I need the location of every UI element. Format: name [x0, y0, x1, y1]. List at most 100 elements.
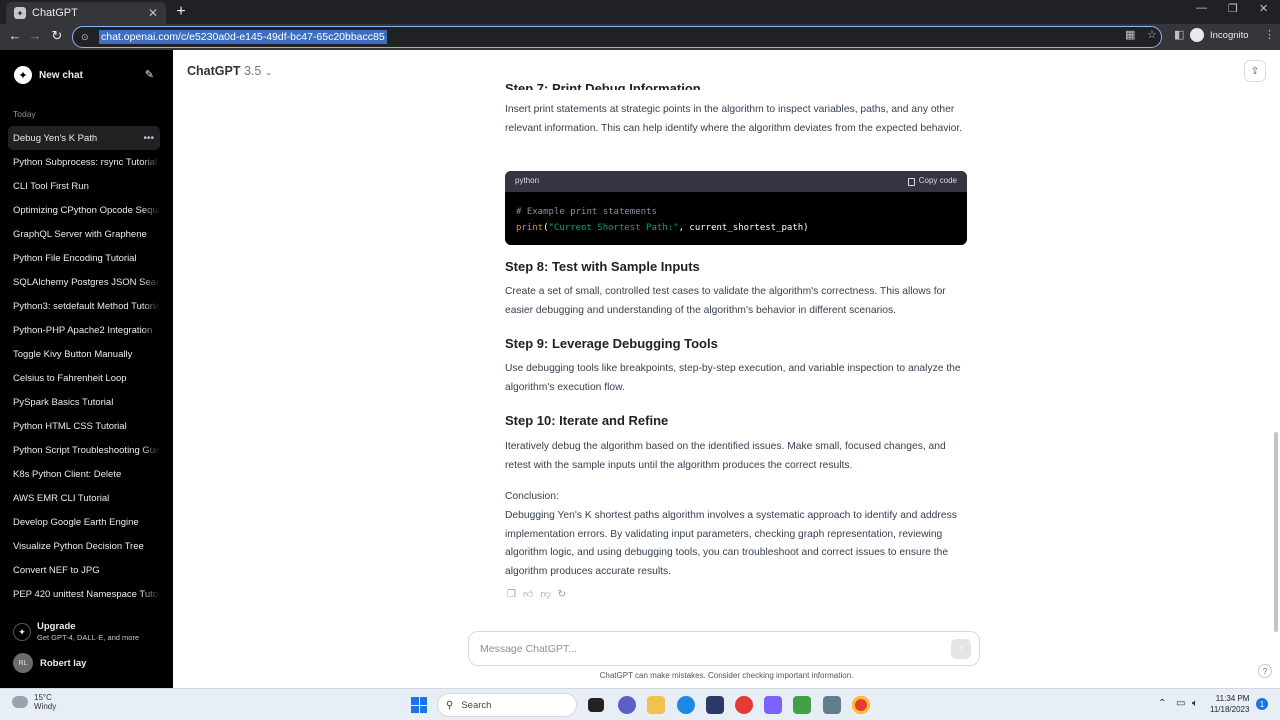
upgrade-title: Upgrade: [37, 621, 76, 632]
teams-icon[interactable]: [618, 696, 636, 714]
step-heading: Step 9: Leverage Debugging Tools: [505, 336, 718, 351]
history-item[interactable]: Python HTML CSS Tutorial: [8, 414, 160, 438]
history-item[interactable]: Visualize Python Decision Tree: [8, 534, 160, 558]
disclaimer: ChatGPT can make mistakes. Consider chec…: [599, 671, 854, 680]
step-heading: Step 10: Iterate and Refine: [505, 413, 669, 428]
history-item[interactable]: PEP 420 unittest Namespace Tutorial: [8, 582, 160, 606]
history-item[interactable]: Celsius to Fahrenheit Loop: [8, 366, 160, 390]
help-button[interactable]: ?: [1258, 664, 1272, 678]
arrow-up-icon: ↑: [958, 643, 964, 655]
app-icon[interactable]: [793, 696, 811, 714]
history-item[interactable]: Convert NEF to JPG: [8, 558, 160, 582]
regenerate-icon[interactable]: ↻: [558, 586, 566, 605]
taskbar-search[interactable]: ⚲ Search: [437, 693, 577, 717]
history-item[interactable]: PySpark Basics Tutorial: [8, 390, 160, 414]
forward-icon[interactable]: →: [26, 28, 44, 43]
code-block: python Copy code # Example print stateme…: [505, 171, 967, 245]
file-explorer-icon[interactable]: [647, 696, 665, 714]
chrome-active-icon[interactable]: [852, 696, 870, 714]
network-icon[interactable]: ▭: [1176, 698, 1185, 709]
cloud-icon: [12, 696, 28, 708]
history-item[interactable]: Develop Google Earth Engine: [8, 510, 160, 534]
avatar: RL: [13, 653, 33, 673]
history-item[interactable]: Python3: setdefault Method Tutorial: [8, 294, 160, 318]
start-button[interactable]: [411, 697, 427, 713]
step-heading: Step 8: Test with Sample Inputs: [505, 259, 700, 274]
volume-icon[interactable]: 🔈︎: [1192, 698, 1198, 709]
history-item[interactable]: Optimizing CPython Opcode Sequence: [8, 198, 160, 222]
history-item[interactable]: Debug Yen's K Path •••: [8, 126, 160, 150]
copy-code-button[interactable]: Copy code: [907, 172, 957, 191]
history-item[interactable]: CLI Tool First Run: [8, 174, 160, 198]
incognito-label: Incognito: [1210, 29, 1249, 41]
minimize-icon[interactable]: —: [1196, 2, 1207, 14]
history-item[interactable]: Python Script Troubleshooting Guide: [8, 438, 160, 462]
share-icon: ⇪: [1250, 65, 1260, 77]
windows-taskbar: 15°C Windy ⚲ Search ⌃ ▭ 🔈︎ 11:34 PM 11/1…: [0, 688, 1280, 720]
qr-icon[interactable]: ▦: [1125, 28, 1135, 41]
message-paragraph: Insert print statements at strategic poi…: [505, 104, 963, 134]
history-item[interactable]: K8s Python Client: Delete: [8, 462, 160, 486]
scrollbar[interactable]: [1274, 432, 1278, 632]
share-button[interactable]: ⇪: [1244, 60, 1266, 82]
url-text[interactable]: chat.openai.com/c/e5230a0d-e145-49df-bc4…: [99, 30, 387, 44]
chevron-up-icon[interactable]: ⌃: [1158, 698, 1166, 709]
chevron-down-icon: ⌄: [264, 67, 273, 77]
history-item[interactable]: Toggle Kivy Button Manually: [8, 342, 160, 366]
message-paragraph: Use debugging tools like breakpoints, st…: [505, 363, 961, 393]
new-chat-label: New chat: [39, 69, 83, 81]
restore-icon[interactable]: ❐: [1228, 2, 1238, 15]
browser-toolbar: ← → ↻ ⊙ chat.openai.com/c/e5230a0d-e145-…: [0, 24, 1280, 50]
edit-icon[interactable]: ✎: [145, 68, 154, 81]
history-item[interactable]: GraphQL Server with Graphene: [8, 222, 160, 246]
store-icon[interactable]: [706, 696, 724, 714]
clipboard-icon: [907, 177, 915, 186]
message-input[interactable]: Message ChatGPT... ↑: [468, 631, 980, 666]
history-section-label: Today: [13, 109, 36, 119]
new-tab-icon[interactable]: +: [172, 3, 190, 21]
conclusion-label: Conclusion:: [505, 491, 559, 502]
chrome-icon[interactable]: [735, 696, 753, 714]
address-bar[interactable]: ⊙ chat.openai.com/c/e5230a0d-e145-49df-b…: [72, 26, 1162, 48]
history-item[interactable]: AWS EMR CLI Tutorial: [8, 486, 160, 510]
code-content: # Example print statements print("Curren…: [516, 207, 809, 233]
user-menu[interactable]: RL Robert lay: [13, 653, 86, 673]
menu-kebab-icon[interactable]: ⋮: [1264, 28, 1275, 41]
main-panel: ChatGPT 3.5 ⌄ ⇪ Step 7: Print Debug Info…: [173, 50, 1280, 688]
notification-icon[interactable]: 1: [1256, 698, 1268, 710]
site-info-icon[interactable]: ⊙: [81, 32, 91, 42]
history-item[interactable]: Python File Encoding Tutorial: [8, 246, 160, 270]
message-actions: ❐ 👍︎ 👎︎ ↻: [507, 586, 566, 605]
model-selector[interactable]: ChatGPT 3.5 ⌄: [187, 64, 272, 78]
back-icon[interactable]: ←: [6, 28, 24, 43]
code-header: python Copy code: [505, 171, 967, 192]
close-tab-icon[interactable]: ✕: [148, 6, 158, 20]
incognito-badge[interactable]: Incognito: [1190, 28, 1249, 42]
history-item[interactable]: Python-PHP Apache2 Integration: [8, 318, 160, 342]
upgrade-button[interactable]: ✦ Upgrade Get GPT-4, DALL·E, and more: [13, 621, 163, 642]
app-icon[interactable]: [823, 696, 841, 714]
thumbs-down-icon[interactable]: 👎︎: [540, 586, 550, 605]
task-view-icon[interactable]: [588, 698, 604, 712]
side-panel-icon[interactable]: ◧: [1174, 28, 1184, 41]
incognito-icon: [1190, 28, 1204, 42]
window-close-icon[interactable]: ✕: [1259, 2, 1268, 15]
search-icon: ⚲: [446, 699, 454, 711]
more-options-icon[interactable]: •••: [143, 133, 154, 144]
system-clock[interactable]: 11:34 PM 11/18/2023: [1210, 693, 1249, 715]
step-heading: Step 7: Print Debug Information: [505, 81, 701, 90]
copy-icon[interactable]: ❐: [507, 586, 516, 605]
history-item[interactable]: SQLAlchemy Postgres JSON Search: [8, 270, 160, 294]
history-item[interactable]: Python Subprocess: rsync Tutorial: [8, 150, 160, 174]
weather-widget[interactable]: 15°C Windy: [12, 693, 56, 711]
bookmark-star-icon[interactable]: ☆: [1147, 28, 1157, 41]
new-chat-button[interactable]: ✦ New chat ✎: [8, 58, 160, 92]
sidebar: ✦ New chat ✎ Today Debug Yen's K Path ••…: [0, 50, 173, 688]
edge-icon[interactable]: [677, 696, 695, 714]
reload-icon[interactable]: ↻: [48, 28, 66, 44]
thumbs-up-icon[interactable]: 👍︎: [523, 586, 533, 605]
app-icon[interactable]: [764, 696, 782, 714]
send-button[interactable]: ↑: [951, 639, 971, 659]
message-paragraph: Debugging Yen's K shortest paths algorit…: [505, 510, 957, 577]
browser-tab[interactable]: ✦ ChatGPT ✕: [6, 2, 166, 24]
